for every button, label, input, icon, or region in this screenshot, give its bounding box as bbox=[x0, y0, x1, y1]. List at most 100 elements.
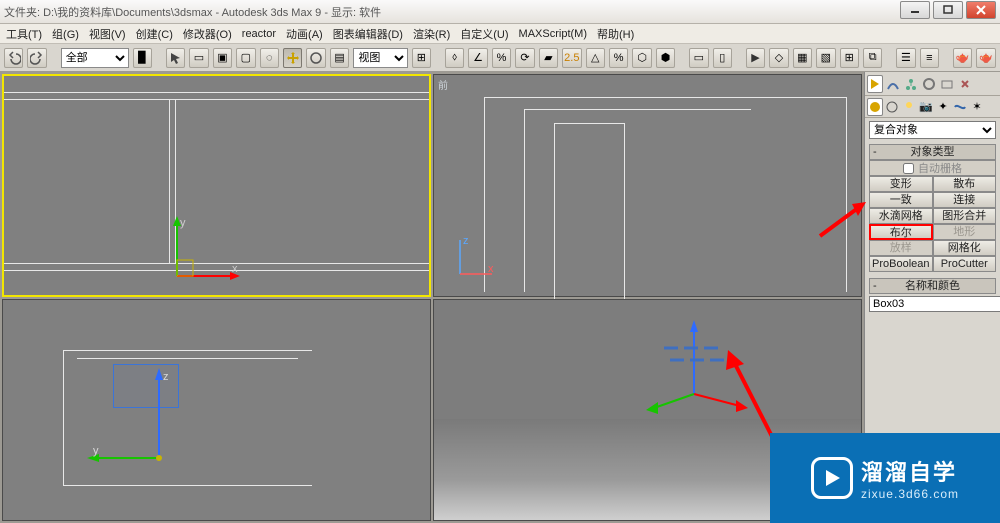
rollout-object-type[interactable]: -对象类型 bbox=[869, 144, 996, 160]
menu-group[interactable]: 组(G) bbox=[52, 26, 79, 42]
undo-button[interactable] bbox=[4, 48, 23, 68]
menu-modifier[interactable]: 修改器(O) bbox=[183, 26, 232, 42]
motion-tab[interactable] bbox=[921, 75, 937, 93]
systems-cat[interactable]: ✶ bbox=[969, 98, 985, 116]
menu-help[interactable]: 帮助(H) bbox=[597, 26, 634, 42]
normal-align-button[interactable]: % bbox=[609, 48, 628, 68]
proboolean-button[interactable]: ProBoolean bbox=[869, 256, 933, 272]
teapot-tool-2[interactable]: 🫖 bbox=[976, 48, 995, 68]
play-button[interactable]: ▶ bbox=[746, 48, 765, 68]
render-setup-button[interactable]: ⧉ bbox=[863, 48, 882, 68]
morph-button[interactable]: 变形 bbox=[869, 176, 933, 192]
quick-align-button[interactable]: △ bbox=[586, 48, 605, 68]
coord-select[interactable]: 视图 bbox=[353, 48, 407, 68]
teapot-tool[interactable]: 🫖 bbox=[953, 48, 972, 68]
watermark-url: zixue.3d66.com bbox=[861, 487, 959, 501]
svg-text:z: z bbox=[163, 371, 169, 383]
menu-create[interactable]: 创建(C) bbox=[136, 26, 173, 42]
viewport-left[interactable]: z y bbox=[2, 299, 431, 522]
lights-cat[interactable] bbox=[901, 98, 917, 116]
select-rect-button[interactable]: ▭ bbox=[189, 48, 208, 68]
terrain-button[interactable]: 地形 bbox=[933, 224, 997, 240]
move-gizmo-icon: y x bbox=[162, 216, 252, 306]
eraser-icon[interactable]: ◇ bbox=[769, 48, 788, 68]
svg-text:x: x bbox=[232, 263, 238, 275]
layer-select[interactable]: 全部 bbox=[61, 48, 129, 68]
snap-button[interactable]: ⬨ bbox=[445, 48, 464, 68]
schematic-button[interactable]: ⊞ bbox=[840, 48, 859, 68]
move-gizmo-icon: z y bbox=[85, 358, 205, 468]
scale-button[interactable]: ▤ bbox=[330, 48, 349, 68]
play-logo-icon bbox=[811, 457, 853, 499]
rollout-name-color[interactable]: -名称和颜色 bbox=[869, 278, 996, 294]
geometry-cat[interactable] bbox=[867, 98, 883, 116]
angle-snap-button[interactable]: ∠ bbox=[468, 48, 487, 68]
cameras-cat[interactable]: 📷 bbox=[918, 98, 934, 116]
axis-icon: z x bbox=[452, 232, 502, 282]
blobmesh-button[interactable]: 水滴网格 bbox=[869, 208, 933, 224]
minimize-button[interactable] bbox=[900, 1, 930, 19]
align-button[interactable]: 2.5 bbox=[562, 48, 581, 68]
shapes-cat[interactable] bbox=[884, 98, 900, 116]
pivot-button[interactable]: ⊞ bbox=[412, 48, 431, 68]
conform-button[interactable]: 一致 bbox=[869, 192, 933, 208]
mesher-button[interactable]: 网格化 bbox=[933, 240, 997, 256]
shapemerge-button[interactable]: 图形合并 bbox=[933, 208, 997, 224]
viewport-front[interactable]: 前 z x bbox=[433, 74, 862, 297]
display-tab[interactable] bbox=[939, 75, 955, 93]
maximize-button[interactable] bbox=[933, 1, 963, 19]
create-tab[interactable] bbox=[867, 75, 883, 93]
svg-text:y: y bbox=[180, 217, 186, 229]
redo-button[interactable] bbox=[27, 48, 46, 68]
select-button[interactable] bbox=[166, 48, 185, 68]
menu-views[interactable]: 视图(V) bbox=[89, 26, 126, 42]
main-toolbar: 全部 ▉ ▭ ▣ ▢ ◌ ▤ 视图 ⊞ ⬨ ∠ % ⟳ ▰ 2.5 △ % ⬡ … bbox=[0, 44, 1000, 72]
boolean-button[interactable]: 布尔 bbox=[869, 224, 933, 240]
curve-editor-button[interactable]: ▧ bbox=[816, 48, 835, 68]
move-button[interactable] bbox=[283, 48, 302, 68]
rotate-button[interactable] bbox=[306, 48, 325, 68]
helpers-cat[interactable]: ✦ bbox=[935, 98, 951, 116]
hierarchy-tab[interactable] bbox=[903, 75, 919, 93]
material-button[interactable]: ▦ bbox=[793, 48, 812, 68]
viewport-top[interactable]: y x bbox=[2, 74, 431, 297]
utilities-tab[interactable] bbox=[957, 75, 973, 93]
render-last-button[interactable]: ≡ bbox=[920, 48, 939, 68]
mirror-button[interactable]: ▰ bbox=[539, 48, 558, 68]
loft-button[interactable]: 放样 bbox=[869, 240, 933, 256]
select-crossing-button[interactable]: ▢ bbox=[236, 48, 255, 68]
object-type-select[interactable]: 复合对象 bbox=[869, 121, 996, 139]
menu-animation[interactable]: 动画(A) bbox=[286, 26, 323, 42]
named-sel2-button[interactable]: ▯ bbox=[713, 48, 732, 68]
menu-tools[interactable]: 工具(T) bbox=[6, 26, 42, 42]
autogrid-checkbox[interactable]: 自动栅格 bbox=[869, 160, 996, 176]
menu-maxscript[interactable]: MAXScript(M) bbox=[519, 28, 587, 40]
main-menubar: 工具(T) 组(G) 视图(V) 创建(C) 修改器(O) reactor 动画… bbox=[0, 24, 1000, 44]
category-tabs: 📷 ✦ ✶ bbox=[865, 96, 1000, 118]
layer-manager-button[interactable]: ▉ bbox=[133, 48, 152, 68]
render-quick-button[interactable]: ☰ bbox=[896, 48, 915, 68]
select-window-button[interactable]: ▣ bbox=[213, 48, 232, 68]
menu-render[interactable]: 渲染(R) bbox=[413, 26, 450, 42]
align-camera-button[interactable]: ⬢ bbox=[656, 48, 675, 68]
named-sel-button[interactable]: ▭ bbox=[689, 48, 708, 68]
menu-reactor[interactable]: reactor bbox=[242, 28, 276, 40]
close-button[interactable] bbox=[966, 1, 996, 19]
percent-snap-button[interactable]: % bbox=[492, 48, 511, 68]
place-hilite-button[interactable]: ⬡ bbox=[632, 48, 651, 68]
watermark-brand: 溜溜自学 bbox=[861, 455, 959, 487]
viewport-grid: y x 前 z x bbox=[0, 72, 864, 523]
svg-text:y: y bbox=[93, 445, 99, 457]
connect-button[interactable]: 连接 bbox=[933, 192, 997, 208]
spinner-snap-button[interactable]: ⟳ bbox=[515, 48, 534, 68]
select-circle-button[interactable]: ◌ bbox=[260, 48, 279, 68]
scatter-button[interactable]: 散布 bbox=[933, 176, 997, 192]
procutter-button[interactable]: ProCutter bbox=[933, 256, 997, 272]
svg-text:x: x bbox=[488, 263, 494, 275]
modify-tab[interactable] bbox=[885, 75, 901, 93]
menu-customize[interactable]: 自定义(U) bbox=[460, 26, 508, 42]
menu-graph[interactable]: 图表编辑器(D) bbox=[333, 26, 403, 42]
spacewarps-cat[interactable] bbox=[952, 98, 968, 116]
svg-text:z: z bbox=[463, 235, 469, 247]
object-name-input[interactable] bbox=[869, 296, 1000, 312]
